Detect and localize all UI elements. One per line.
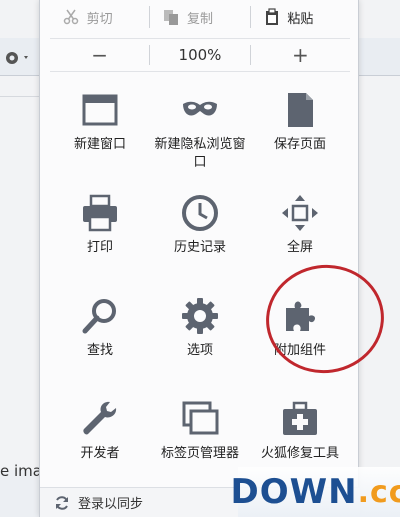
zoom-controls: − 100% + — [50, 38, 350, 72]
private-mask-icon — [183, 101, 217, 116]
zoom-reset-button[interactable]: 100% — [150, 46, 249, 64]
options-button[interactable]: 选项 — [150, 288, 250, 391]
find-button[interactable]: 查找 — [50, 288, 150, 391]
tool-label: 开发者 — [80, 446, 120, 461]
cut-label: 剪切 — [86, 11, 113, 27]
sync-label: 登录以同步 — [78, 497, 144, 512]
save-page-button[interactable]: 保存页面 — [250, 82, 350, 185]
scissors-icon — [63, 9, 79, 25]
tool-label: 选项 — [186, 343, 213, 358]
tool-label: 打印 — [86, 240, 113, 255]
tool-label: 全屏 — [286, 240, 313, 255]
edit-controls: 剪切 复制 粘贴 — [50, 0, 350, 34]
watermark-text: DOWN — [230, 472, 358, 512]
tool-label: 查找 — [86, 343, 113, 358]
new-window-button[interactable]: 新建窗口 — [50, 82, 150, 185]
history-button[interactable]: 历史记录 — [150, 185, 250, 288]
new-window-icon — [82, 94, 118, 126]
wrench-icon — [83, 401, 117, 435]
tool-label: 保存页面 — [273, 137, 326, 152]
print-button[interactable]: 打印 — [50, 185, 150, 288]
copy-button[interactable]: 复制 — [150, 0, 249, 34]
paste-label: 粘贴 — [287, 11, 314, 27]
history-clock-icon — [182, 195, 218, 231]
sync-icon — [56, 495, 68, 510]
tab-manager-icon — [182, 401, 219, 435]
printer-icon — [83, 194, 117, 232]
zoom-in-button[interactable]: + — [251, 43, 350, 67]
tool-label: 火狐修复工具 — [260, 446, 339, 461]
tool-label: 标签页管理器 — [160, 446, 239, 461]
private-window-button[interactable]: 新建隐私浏览窗口 — [150, 82, 250, 185]
copy-label: 复制 — [186, 11, 213, 27]
watermark-logo: DOWN .cc — [230, 467, 400, 517]
tool-label: 新建窗口 — [73, 137, 126, 152]
first-aid-icon — [283, 401, 317, 435]
paste-button[interactable]: 粘贴 — [251, 0, 350, 34]
fullscreen-icon — [282, 195, 318, 231]
watermark-domain: .cc — [357, 474, 400, 510]
menu-panel: 剪切 复制 粘贴 − 100% + 新建窗口 新建隐私浏览窗口 保存页面 打印 … — [39, 0, 360, 517]
copy-icon — [164, 10, 179, 25]
tool-label: 新建隐私浏览窗口 — [154, 137, 246, 170]
zoom-out-button[interactable]: − — [50, 43, 149, 67]
save-page-icon — [288, 93, 313, 127]
clipboard-icon — [265, 8, 278, 25]
cut-button[interactable]: 剪切 — [50, 0, 149, 34]
gear-icon — [182, 298, 218, 334]
toolbar-gear-icon[interactable] — [2, 48, 32, 68]
developer-button[interactable]: 开发者 — [50, 391, 150, 494]
tool-label: 历史记录 — [173, 240, 226, 255]
magnifier-icon — [82, 299, 116, 334]
